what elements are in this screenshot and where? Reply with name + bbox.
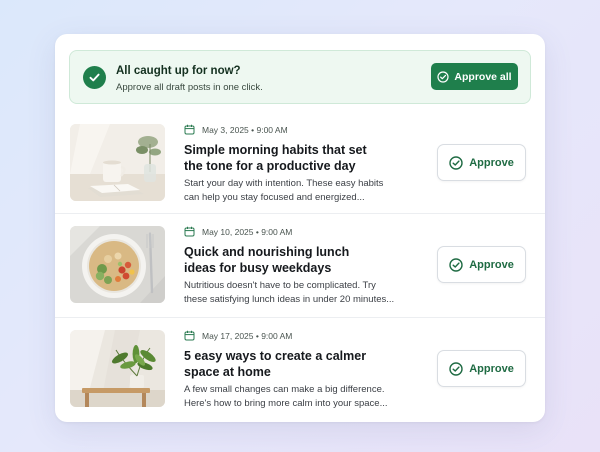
check-circle-outline-icon <box>449 257 463 272</box>
post-item: May 17, 2025 • 9:00 AM 5 easy ways to cr… <box>55 330 545 422</box>
post-date: May 17, 2025 • 9:00 AM <box>202 330 293 341</box>
banner-subtitle: Approve all draft posts in one click. <box>116 82 263 93</box>
post-thumbnail-coffee <box>70 124 165 201</box>
approve-button[interactable]: Approve <box>437 246 526 283</box>
check-circle-outline-icon <box>449 155 463 170</box>
divider <box>55 317 545 318</box>
caught-up-banner: All caught up for now? Approve all draft… <box>69 50 531 104</box>
post-excerpt: Nutritious doesn't have to be complicate… <box>184 280 395 305</box>
check-circle-outline-icon <box>437 70 450 83</box>
check-circle-icon <box>83 66 106 89</box>
banner-title: All caught up for now? <box>116 65 241 77</box>
approve-label: Approve <box>469 258 514 271</box>
approve-label: Approve <box>469 362 514 375</box>
approve-button[interactable]: Approve <box>437 144 526 181</box>
post-date: May 10, 2025 • 9:00 AM <box>202 226 293 237</box>
calendar-icon <box>184 226 195 237</box>
post-title: Simple morning habits that set the tone … <box>184 143 367 173</box>
post-date: May 3, 2025 • 9:00 AM <box>202 124 288 135</box>
divider <box>55 213 545 214</box>
post-date-row: May 17, 2025 • 9:00 AM <box>184 330 292 341</box>
post-title: 5 easy ways to create a calmer space at … <box>184 349 367 379</box>
post-thumbnail-plant <box>70 330 165 407</box>
calendar-icon <box>184 124 195 135</box>
post-excerpt: Start your day with intention. These eas… <box>184 178 384 203</box>
post-date-row: May 10, 2025 • 9:00 AM <box>184 226 292 237</box>
post-date-row: May 3, 2025 • 9:00 AM <box>184 124 288 135</box>
post-excerpt: A few small changes can make a big diffe… <box>184 384 388 409</box>
calendar-icon <box>184 330 195 341</box>
approve-all-button[interactable]: Approve all <box>431 63 518 90</box>
post-item: May 3, 2025 • 9:00 AM Simple morning hab… <box>55 124 545 227</box>
approve-button[interactable]: Approve <box>437 350 526 387</box>
approve-label: Approve <box>469 156 514 169</box>
approve-all-label: Approve all <box>454 70 512 83</box>
post-item: May 10, 2025 • 9:00 AM Quick and nourish… <box>55 226 545 329</box>
check-circle-outline-icon <box>449 361 463 376</box>
post-title: Quick and nourishing lunch ideas for bus… <box>184 245 350 275</box>
approval-card: All caught up for now? Approve all draft… <box>55 34 545 422</box>
post-thumbnail-lunch <box>70 226 165 303</box>
